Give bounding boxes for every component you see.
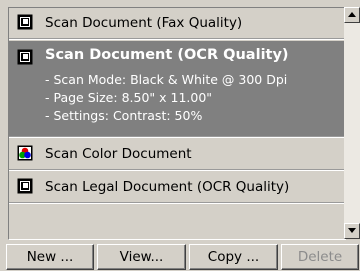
list-item-label: Scan Color Document [45, 146, 192, 162]
delete-button[interactable]: Delete [281, 244, 359, 270]
color-scan-icon [17, 145, 33, 161]
vertical-scrollbar[interactable] [344, 7, 360, 239]
list-item-label: Scan Legal Document (OCR Quality) [45, 179, 290, 195]
list-item-scan-document-fax[interactable]: Scan Document (Fax Quality) [9, 8, 345, 40]
list-item-scan-legal-document[interactable]: Scan Legal Document (OCR Quality) [9, 172, 345, 204]
scan-settings-details: - Scan Mode: Black & White @ 300 Dpi - P… [45, 71, 287, 125]
list-item-scan-document-ocr[interactable]: Scan Document (OCR Quality) - Scan Mode:… [9, 41, 345, 138]
list-item-label: Scan Document (Fax Quality) [45, 15, 243, 31]
copy-button[interactable]: Copy ... [189, 244, 278, 270]
list-item-scan-color-document[interactable]: Scan Color Document [9, 139, 345, 171]
bw-scan-icon [17, 14, 33, 30]
new-button[interactable]: New ... [6, 244, 94, 270]
bw-scan-icon [17, 49, 33, 65]
scroll-down-button[interactable] [344, 223, 360, 239]
contrast-detail: - Settings: Contrast: 50% [45, 108, 203, 123]
view-button[interactable]: View... [97, 244, 186, 270]
page-size-detail: - Page Size: 8.50" x 11.00" [45, 90, 213, 105]
scroll-up-button[interactable] [344, 7, 360, 23]
scan-mode-detail: - Scan Mode: Black & White @ 300 Dpi [45, 72, 288, 87]
bw-scan-icon [17, 178, 33, 194]
scan-settings-list[interactable]: Scan Document (Fax Quality) Scan Documen… [8, 7, 346, 240]
list-item-label: Scan Document (OCR Quality) [45, 47, 289, 63]
